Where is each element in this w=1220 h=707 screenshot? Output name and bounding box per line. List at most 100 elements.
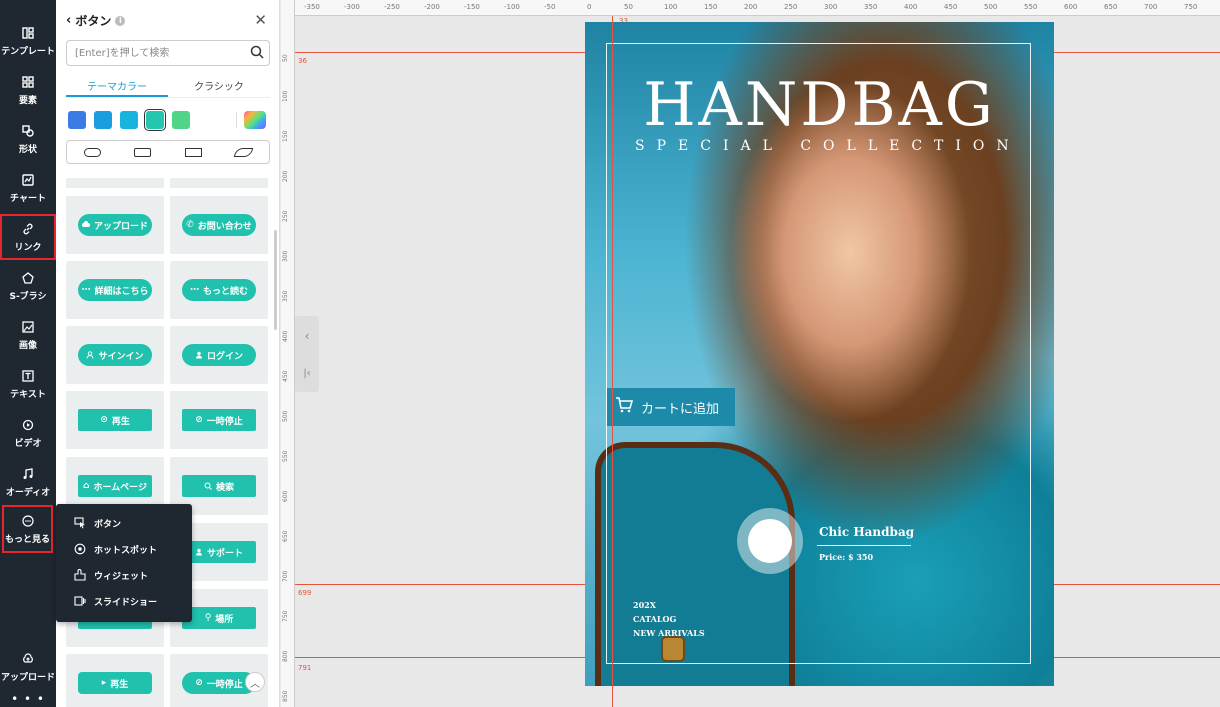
tab-theme-color[interactable]: テーマカラー [66,78,168,97]
sidebar-item-label: オーディオ [5,487,51,498]
add-to-cart-button[interactable]: カートに追加 [607,388,735,426]
swatch-blue[interactable] [68,111,86,129]
popup-item-widget[interactable]: ウィジェット [56,562,192,588]
product-price[interactable]: Price: $ 350 [819,552,873,562]
gallery-cell: アップロード [66,196,164,254]
poster-subtitle[interactable]: SPECIAL COLLECTION [635,138,1035,154]
ruler-tick: 550 [282,450,289,462]
chart-icon [21,173,35,187]
ruler-tick: 750 [1184,3,1198,11]
sidebar-item-audio[interactable]: オーディオ [0,459,56,505]
hotspot-icon [74,543,86,555]
pause-button-template[interactable]: ⊘ 一時停止 [182,409,256,431]
button-label: 一時停止 [206,679,243,690]
user-icon [195,351,203,359]
contact-button-template[interactable]: ✆ お問い合わせ [182,214,256,236]
location-button-template[interactable]: ⚲ 場所 [182,607,256,629]
guide-label: 36 [298,57,307,65]
search-button-template[interactable]: 検索 [182,475,256,497]
ruler-tick: -300 [344,3,360,11]
user-icon [195,548,203,556]
sidebar-item-image[interactable]: 画像 [0,312,56,358]
divider [236,112,237,128]
play-button-template[interactable]: ▸ 再生 [78,672,152,694]
sidebar-item-brush[interactable]: S-ブラシ [0,263,56,309]
pause-circle-icon: ⊘ [195,415,203,425]
sidebar-item-label: 形状 [18,144,37,155]
left-sidebar: テンプレート 要素 形状 チャート リンク S-ブラシ 画像 テキスト ビデオ … [0,0,56,707]
sidebar-item-template[interactable]: テンプレート [0,18,56,64]
sign-in-button-template[interactable]: サインイン [78,344,152,366]
ruler-top[interactable]: -350 -300 -250 -200 -150 -100 -50 0 50 1… [295,0,1220,16]
details-button-template[interactable]: ⋯ 詳細はこちら [78,279,152,301]
tab-classic[interactable]: クラシック [168,78,270,97]
chevron-left-icon[interactable]: ‹ [305,329,310,343]
gallery-cell: ✆ お問い合わせ [170,196,268,254]
sidebar-item-link[interactable]: リンク [0,214,56,260]
shape-rounded[interactable] [134,147,152,157]
shape-pill[interactable] [83,147,101,157]
ruler-tick: 0 [587,3,592,11]
guide-line-vertical[interactable] [612,16,613,707]
shape-rect[interactable] [184,147,202,157]
overflow-dots-icon[interactable]: • • • [0,692,56,706]
ruler-tick: 500 [282,410,289,422]
back-chevron-icon[interactable]: ‹ [66,13,71,28]
catalog-line: 202X [633,600,656,610]
poster-page[interactable]: HANDBAG SPECIAL COLLECTION カートに追加 Chic H… [585,22,1054,686]
ruler-left[interactable]: 50 100 150 200 250 300 350 400 450 500 5… [281,0,295,707]
sidebar-item-chart[interactable]: チャート [0,165,56,211]
ruler-tick: 350 [282,290,289,302]
guide-label: 699 [298,589,312,597]
collapse-panel-toggle[interactable]: ‹ |‹ [295,316,319,392]
swatch-sky[interactable] [94,111,112,129]
sidebar-item-shapes[interactable]: 形状 [0,116,56,162]
swatch-teal-selected[interactable] [144,109,166,131]
info-icon[interactable]: i [115,15,126,26]
support-button-template[interactable]: サポート [182,541,256,563]
custom-color-icon[interactable] [244,111,266,129]
ruler-tick: 450 [282,370,289,382]
poster-title[interactable]: HANDBAG [585,70,1054,140]
upload-button-template[interactable]: アップロード [78,214,152,236]
search-input[interactable] [66,40,270,66]
swatch-cyan[interactable] [120,111,138,129]
search-icon[interactable] [250,45,264,59]
close-icon[interactable]: ✕ [254,11,267,29]
product-name[interactable]: Chic Handbag [819,525,914,539]
homepage-button-template[interactable]: ⌂ ホームページ [78,475,152,497]
scroll-to-top-icon[interactable]: ︿ [245,672,265,692]
hotspot-circle[interactable] [737,508,803,574]
ruler-tick: 850 [282,690,289,702]
cursor-button-icon [74,517,86,529]
sidebar-item-upload[interactable]: アップロード [0,644,56,690]
popup-item-button[interactable]: ボタン [56,510,192,536]
upload-icon [21,652,35,666]
panel-scrollbar[interactable] [274,230,277,330]
sidebar-item-video[interactable]: ビデオ [0,410,56,456]
ruler-tick: 550 [1024,3,1038,11]
ruler-tick: 150 [282,130,289,142]
gallery-cell: ⋯ 詳細はこちら [66,261,164,319]
sidebar-item-text[interactable]: テキスト [0,361,56,407]
ruler-tick: 650 [1104,3,1118,11]
play-button-template[interactable]: ⊙ 再生 [78,409,152,431]
login-button-template[interactable]: ログイン [182,344,256,366]
shape-selector [66,140,270,164]
catalog-text[interactable]: 202X CATALOG NEW ARRIVALS [633,598,705,640]
sidebar-item-label: チャート [10,193,46,204]
ruler-tick: 500 [984,3,998,11]
popup-item-hotspot[interactable]: ホットスポット [56,536,192,562]
button-label: サインイン [98,351,144,362]
sidebar-item-more[interactable]: もっと見る [2,505,53,553]
ruler-tick: 750 [282,610,289,622]
shape-leaf[interactable] [234,147,254,157]
swatch-green[interactable] [172,111,190,129]
home-icon: ⌂ [82,481,90,491]
ruler-tick: 600 [1064,3,1078,11]
collapse-to-edge-icon[interactable]: |‹ [303,368,310,379]
popup-item-slideshow[interactable]: スライドショー [56,588,192,614]
sidebar-item-elements[interactable]: 要素 [0,67,56,113]
play-icon: ▸ [101,678,107,688]
read-more-button-template[interactable]: ⋯ もっと読む [182,279,256,301]
